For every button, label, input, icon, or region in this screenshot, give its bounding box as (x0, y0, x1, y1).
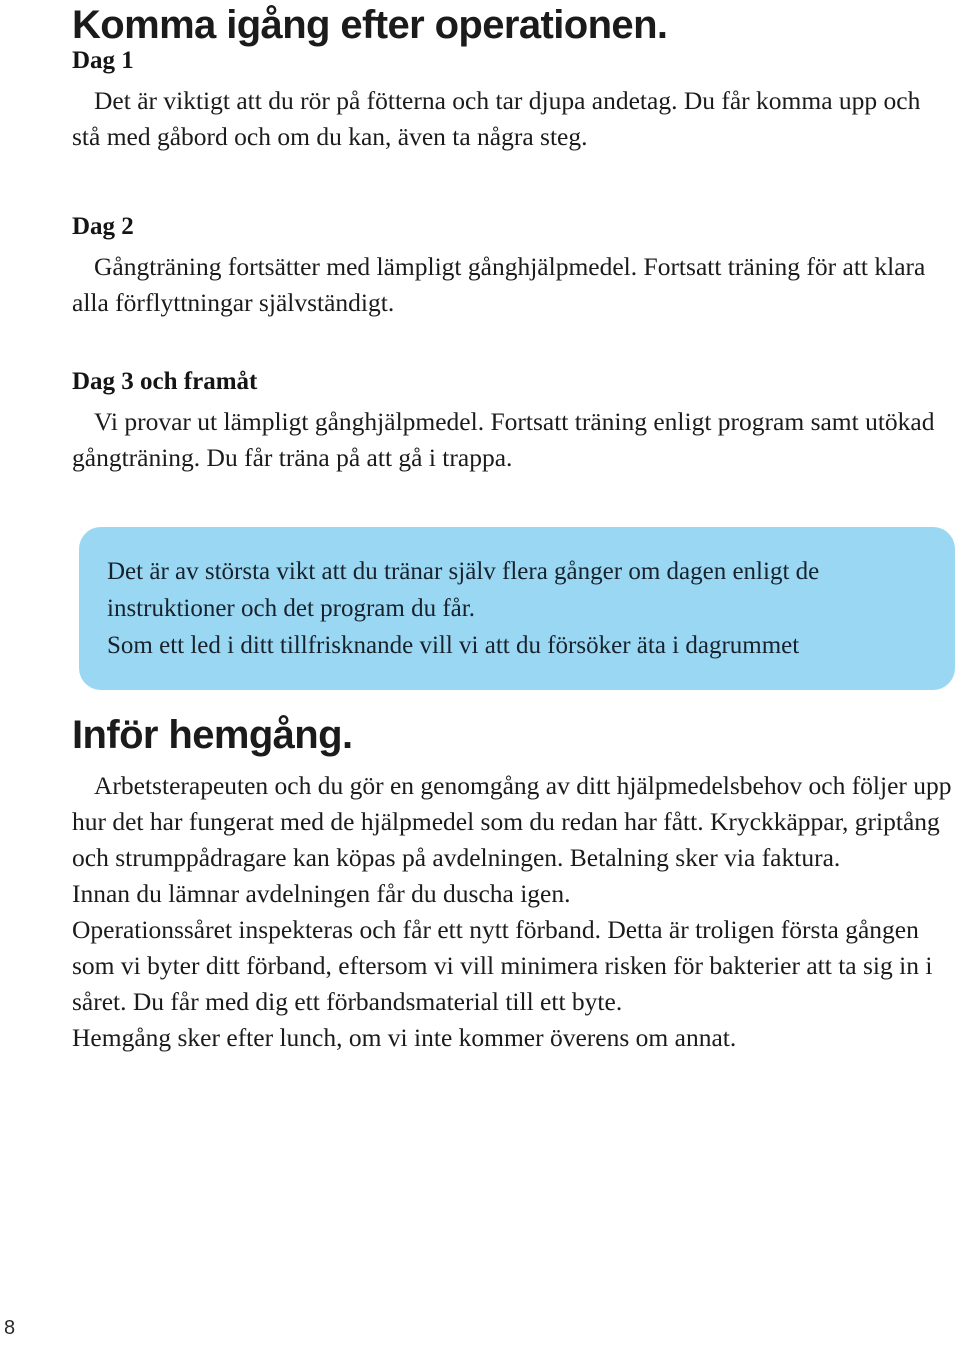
document-page: Komma igång efter operationen. Dag 1 Det… (0, 0, 960, 1355)
section-body-dag-1: Det är viktigt att du rör på fötterna oc… (72, 83, 954, 155)
highlight-callout-box: Det är av största vikt att du tränar sjä… (79, 527, 955, 690)
callout-line-2: Som ett led i ditt tillfrisknande vill v… (107, 632, 800, 659)
section-body-dag-1-text: Det är viktigt att du rör på fötterna oc… (72, 86, 921, 151)
section-body-dag-2: Gångträning fortsätter med lämpligt gång… (72, 249, 960, 321)
section-body-dag-2-text: Gångträning fortsätter med lämpligt gång… (72, 252, 926, 317)
section-label-dag-3: Dag 3 och framåt (72, 368, 258, 395)
section-body-dag-3-text: Vi provar ut lämpligt gånghjälpmedel. Fo… (72, 407, 935, 472)
closing-paragraph-2: Innan du lämnar avdelningen får du dusch… (72, 879, 571, 908)
closing-paragraph-1-text: Arbetsterapeuten och du gör en genomgång… (72, 771, 952, 872)
closing-paragraph-1: Arbetsterapeuten och du gör en genomgång… (72, 768, 960, 876)
section-label-dag-2: Dag 2 (72, 213, 134, 240)
section-body-dag-3: Vi provar ut lämpligt gånghjälpmedel. Fo… (72, 404, 954, 476)
section-label-dag-1: Dag 1 (72, 47, 134, 74)
closing-text-group: Arbetsterapeuten och du gör en genomgång… (72, 768, 960, 1056)
page-number: 8 (4, 1317, 16, 1339)
closing-paragraph-4: Hemgång sker efter lunch, om vi inte kom… (72, 1023, 737, 1052)
closing-paragraph-3: Operationssåret inspekteras och får ett … (72, 915, 933, 1016)
section-title-infor-hemgang: Inför hemgång. (72, 713, 353, 757)
callout-line-1: Det är av största vikt att du tränar sjä… (107, 558, 820, 622)
page-title: Komma igång efter operationen. (72, 3, 668, 47)
